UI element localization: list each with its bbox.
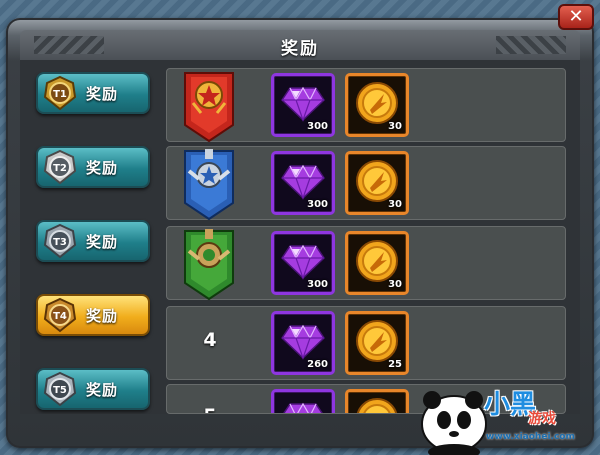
tab-t2-label: 奖励	[86, 159, 119, 177]
t2-badge-icon: T2	[43, 149, 77, 185]
t4-badge-icon: T4	[43, 297, 77, 333]
gem-quantity: 300	[307, 121, 328, 132]
coin-reward-slot[interactable]: 30	[345, 151, 409, 215]
t3-badge-icon: T3	[43, 223, 77, 259]
watermark-logo-subtext: 游戏	[528, 411, 556, 427]
gold-coin-icon	[356, 240, 398, 282]
reward-row-rank-3: 300 30	[166, 226, 566, 301]
purple-gem-icon	[281, 164, 325, 200]
t5-badge-text: T5	[53, 385, 67, 396]
t1-badge-icon: T1	[43, 75, 77, 111]
green-rank-medal-icon	[184, 229, 234, 301]
gold-coin-icon	[356, 398, 398, 413]
tab-t5-label: 奖励	[86, 381, 119, 399]
coin-quantity: 30	[388, 121, 402, 132]
watermark-url: www.xiaohei.com	[486, 432, 575, 442]
t3-badge-text: T3	[53, 237, 67, 248]
window-title: 奖励	[281, 39, 319, 59]
coin-reward-slot[interactable]: 25	[345, 311, 409, 375]
purple-gem-icon	[283, 402, 323, 413]
t4-badge-text: T4	[53, 311, 67, 322]
reward-row-rank-2: 300 30	[166, 146, 566, 221]
gem-reward-slot[interactable]: 300	[271, 151, 335, 215]
coin-quantity: 25	[388, 359, 402, 370]
t5-badge-icon: T5	[43, 371, 77, 407]
rank-number: 4	[203, 329, 217, 351]
t1-badge-text: T1	[53, 89, 67, 100]
purple-gem-icon	[281, 324, 325, 360]
tab-t3-reward[interactable]: T3 奖励	[36, 220, 150, 262]
tab-t1-label: 奖励	[86, 85, 119, 103]
gem-reward-slot[interactable]: 300	[271, 231, 335, 295]
gem-reward-slot[interactable]: 300	[271, 73, 335, 137]
tab-t1-reward[interactable]: T1 奖励	[36, 72, 150, 114]
purple-gem-icon	[281, 86, 325, 122]
t2-badge-text: T2	[53, 163, 67, 174]
tab-t4-label: 奖励	[86, 307, 119, 325]
tab-t4-reward[interactable]: T4 奖励	[36, 294, 150, 336]
coin-quantity: 30	[388, 279, 402, 290]
reward-row-rank-1: 300 30	[166, 68, 566, 143]
purple-gem-icon	[281, 244, 325, 280]
coin-quantity: 30	[388, 199, 402, 210]
gold-coin-icon	[356, 82, 398, 124]
blue-rank-medal-icon	[184, 149, 234, 221]
tab-t2-reward[interactable]: T2 奖励	[36, 146, 150, 188]
gem-quantity: 300	[307, 279, 328, 290]
gold-coin-icon	[356, 160, 398, 202]
red-rank-medal-icon	[184, 72, 234, 143]
coin-reward-slot[interactable]	[345, 389, 409, 413]
coin-reward-slot[interactable]: 30	[345, 73, 409, 137]
gold-coin-icon	[356, 320, 398, 362]
gem-reward-slot[interactable]: 260	[271, 311, 335, 375]
rank-number: 5	[195, 405, 225, 413]
gem-reward-slot[interactable]	[271, 389, 335, 413]
gem-quantity: 260	[307, 359, 328, 370]
coin-reward-slot[interactable]: 30	[345, 231, 409, 295]
reward-row-rank-4: 4 260 25	[166, 306, 566, 380]
gem-quantity: 300	[307, 199, 328, 210]
tab-t3-label: 奖励	[86, 233, 119, 251]
close-button[interactable]: ✕	[558, 4, 594, 30]
tab-t5-reward[interactable]: T5 奖励	[36, 368, 150, 410]
